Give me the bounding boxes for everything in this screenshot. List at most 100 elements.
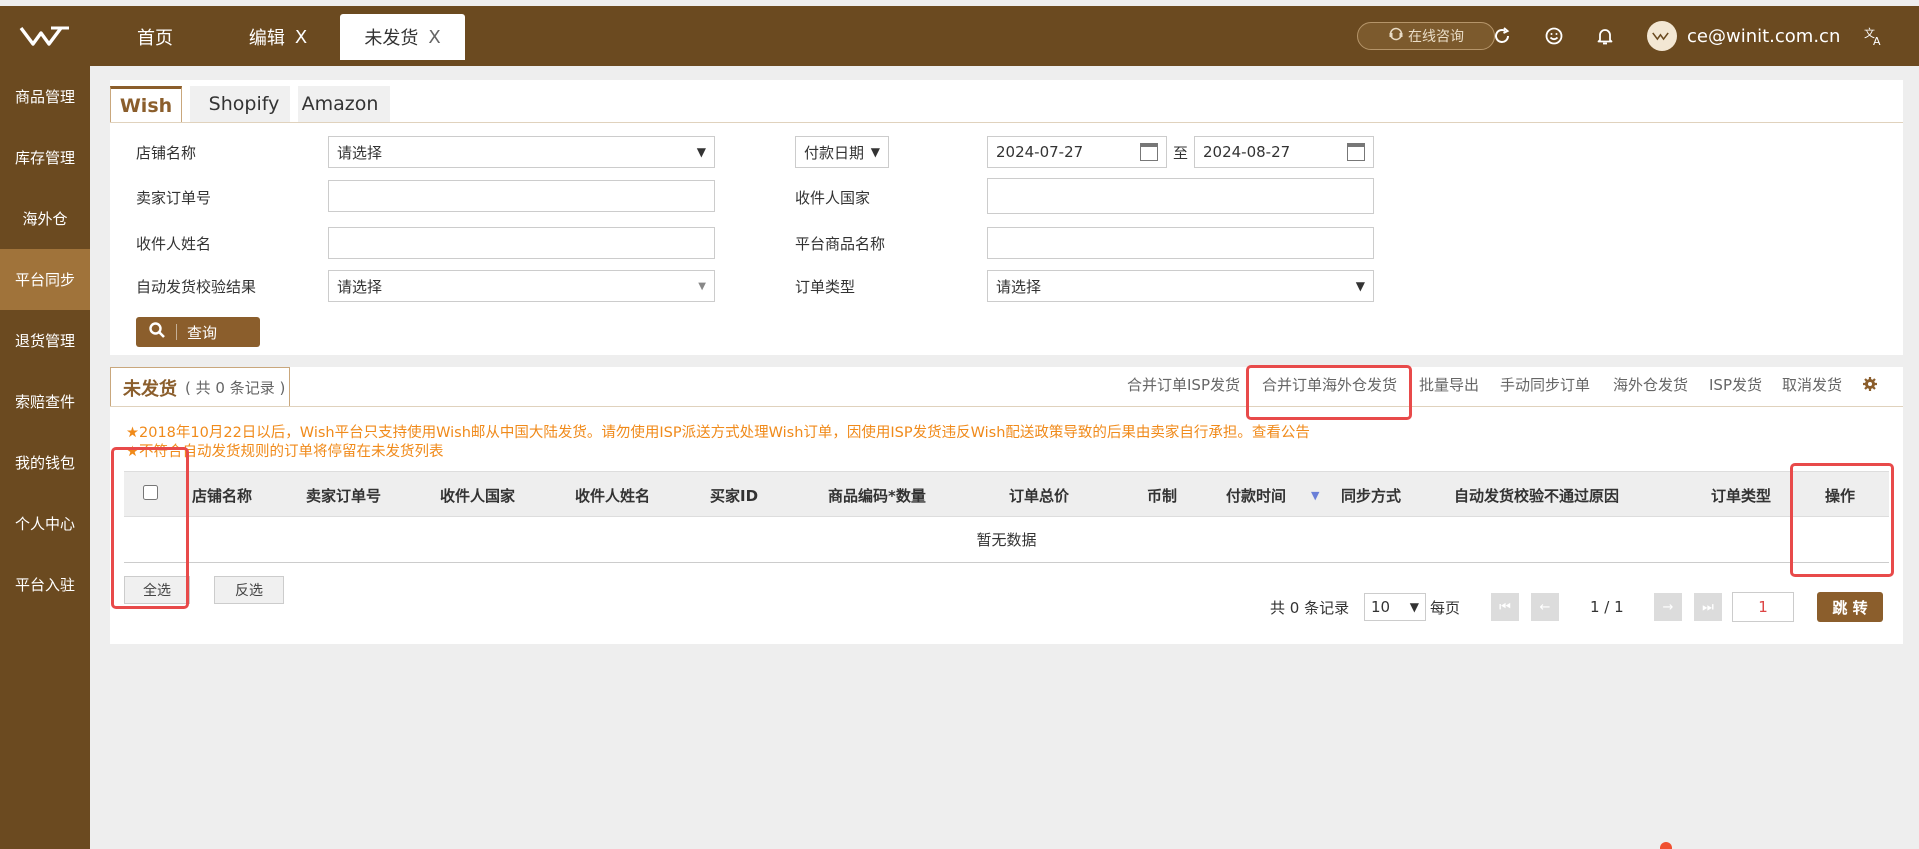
sidebar-item-label: 库存管理 bbox=[14, 149, 75, 167]
merge-isp-ship-link[interactable]: 合并订单ISP发货 bbox=[1127, 374, 1240, 395]
translate-icon[interactable]: 文A bbox=[1862, 24, 1886, 48]
auto-check-value: 请选择 bbox=[337, 277, 383, 296]
online-consult-button[interactable]: 在线咨询 bbox=[1357, 22, 1495, 50]
date-to-value: 2024-08-27 bbox=[1203, 143, 1291, 161]
empty-text: 暂无数据 bbox=[976, 531, 1037, 549]
bell-icon[interactable] bbox=[1593, 24, 1617, 48]
col-currency: 币制 bbox=[1147, 486, 1178, 505]
sidebar-item-label: 平台同步 bbox=[14, 271, 75, 289]
tab-home-label: 首页 bbox=[137, 28, 173, 49]
tab-home[interactable]: 首页 bbox=[120, 14, 190, 60]
page-number-value: 1 bbox=[1758, 598, 1768, 616]
date-from-input[interactable]: 2024-07-27 bbox=[987, 136, 1167, 168]
tab-edit[interactable]: 编辑 X bbox=[238, 14, 318, 60]
query-button[interactable]: 查询 bbox=[136, 317, 260, 347]
page-number-input[interactable]: 1 bbox=[1732, 592, 1794, 622]
jump-button[interactable]: 跳 转 bbox=[1817, 592, 1883, 622]
order-type-label: 订单类型 bbox=[795, 278, 856, 296]
sidebar-item-platform-sync[interactable]: 平台同步 bbox=[0, 249, 90, 310]
invert-selection-button[interactable]: 反选 bbox=[214, 576, 284, 604]
col-auto-check-reason: 自动发货校验不通过原因 bbox=[1454, 486, 1620, 505]
table-header: 店铺名称 卖家订单号 收件人国家 收件人姓名 买家ID 商品编码*数量 订单总价… bbox=[124, 471, 1889, 517]
date-to-input[interactable]: 2024-08-27 bbox=[1194, 136, 1374, 168]
sidebar-item-overseas-warehouse[interactable]: 海外仓 bbox=[0, 188, 90, 249]
platform-product-label: 平台商品名称 bbox=[795, 235, 886, 253]
user-menu[interactable]: ce@winit.com.cn bbox=[1647, 20, 1840, 52]
col-recipient-name: 收件人姓名 bbox=[575, 486, 651, 505]
jump-label: 跳 转 bbox=[1832, 598, 1868, 617]
store-name-value: 请选择 bbox=[337, 143, 383, 162]
notice-text-1: 2018年10月22日以后，Wish平台只支持使用Wish邮从中国大陆发货。请勿… bbox=[139, 425, 1310, 441]
tab-shopify[interactable]: Shopify bbox=[190, 86, 298, 122]
per-page-label: 每页 bbox=[1430, 598, 1461, 617]
auto-check-select[interactable]: 请选择 ▼ bbox=[328, 270, 715, 302]
col-order-type: 订单类型 bbox=[1711, 486, 1772, 505]
calendar-icon[interactable] bbox=[1347, 143, 1365, 161]
gear-icon[interactable] bbox=[1862, 376, 1878, 396]
store-name-select[interactable]: 请选择 ▼ bbox=[328, 136, 715, 168]
calendar-icon[interactable] bbox=[1140, 143, 1158, 161]
first-page-icon[interactable]: ⏮ bbox=[1491, 593, 1519, 621]
sidebar-item-label: 退货管理 bbox=[14, 332, 75, 350]
smile-icon[interactable] bbox=[1542, 24, 1566, 48]
manual-sync-link[interactable]: 手动同步订单 bbox=[1500, 374, 1590, 395]
sidebar-item-products[interactable]: 商品管理 bbox=[0, 66, 90, 127]
caret-down-icon: ▼ bbox=[698, 280, 706, 292]
recipient-name-input[interactable] bbox=[328, 227, 715, 259]
close-icon[interactable]: X bbox=[428, 27, 440, 48]
tab-wish-label: Wish bbox=[119, 94, 173, 117]
sidebar-item-profile[interactable]: 个人中心 bbox=[0, 493, 90, 554]
sidebar-item-claims[interactable]: 索赔查件 bbox=[0, 371, 90, 432]
page-size-value: 10 bbox=[1371, 598, 1391, 616]
svg-text:A: A bbox=[1873, 35, 1881, 47]
seller-order-input[interactable] bbox=[328, 180, 715, 212]
platform-product-input[interactable] bbox=[987, 227, 1374, 259]
page-size-select[interactable]: 10 ▼ bbox=[1364, 593, 1426, 621]
order-type-select[interactable]: 请选择 ▼ bbox=[987, 270, 1374, 302]
tab-amazon[interactable]: Amazon bbox=[290, 86, 390, 122]
sort-down-icon[interactable]: ▼ bbox=[1311, 472, 1319, 518]
pager-total: 共 0 条记录 bbox=[1270, 598, 1350, 617]
sidebar-item-wallet[interactable]: 我的钱包 bbox=[0, 432, 90, 493]
section-divider bbox=[110, 406, 1903, 407]
consult-label: 在线咨询 bbox=[1408, 29, 1464, 45]
prev-page-icon[interactable]: ← bbox=[1531, 593, 1559, 621]
annotation-dot bbox=[1660, 842, 1672, 849]
chevron-down-icon: ▼ bbox=[870, 145, 880, 159]
recipient-country-input[interactable] bbox=[987, 178, 1374, 214]
overseas-ship-link[interactable]: 海外仓发货 bbox=[1613, 374, 1688, 395]
sidebar-item-inventory[interactable]: 库存管理 bbox=[0, 127, 90, 188]
recipient-country-label: 收件人国家 bbox=[795, 189, 871, 207]
cancel-ship-link[interactable]: 取消发货 bbox=[1782, 374, 1842, 395]
sidebar-item-label: 个人中心 bbox=[14, 515, 75, 533]
refresh-icon[interactable] bbox=[1490, 24, 1514, 48]
section-tab-unshipped[interactable]: 未发货 ( 共 0 条记录 ) bbox=[110, 367, 290, 407]
user-email: ce@winit.com.cn bbox=[1687, 25, 1841, 47]
sidebar-item-onboarding[interactable]: 平台入驻 bbox=[0, 554, 90, 615]
notice-line-1: ★2018年10月22日以后，Wish平台只支持使用Wish邮从中国大陆发货。请… bbox=[126, 421, 1310, 442]
next-page-icon[interactable]: → bbox=[1654, 593, 1682, 621]
seller-order-label: 卖家订单号 bbox=[136, 189, 212, 207]
batch-export-link[interactable]: 批量导出 bbox=[1419, 374, 1479, 395]
col-store-name: 店铺名称 bbox=[192, 486, 253, 505]
tab-wish[interactable]: Wish bbox=[110, 86, 182, 122]
query-label: 查询 bbox=[187, 323, 218, 342]
page-info: 1 / 1 bbox=[1590, 598, 1624, 616]
store-name-label: 店铺名称 bbox=[136, 144, 197, 162]
col-payment-time[interactable]: 付款时间 bbox=[1226, 472, 1286, 518]
recipient-name-label: 收件人姓名 bbox=[136, 235, 212, 253]
chevron-down-icon: ▼ bbox=[1409, 600, 1419, 614]
tab-unshipped[interactable]: 未发货 X bbox=[340, 14, 465, 60]
filter-panel: Wish Shopify Amazon bbox=[110, 80, 1903, 355]
tab-divider bbox=[110, 122, 1903, 123]
sidebar-item-returns[interactable]: 退货管理 bbox=[0, 310, 90, 371]
highlight-actions-column bbox=[1790, 463, 1894, 577]
isp-ship-link[interactable]: ISP发货 bbox=[1709, 374, 1762, 395]
order-type-value: 请选择 bbox=[996, 277, 1042, 296]
close-icon[interactable]: X bbox=[295, 27, 307, 48]
highlight-merge-overseas bbox=[1246, 365, 1412, 420]
sidebar-item-label: 商品管理 bbox=[14, 88, 75, 106]
winit-logo-icon[interactable] bbox=[0, 6, 90, 66]
date-type-select[interactable]: 付款日期 ▼ bbox=[795, 136, 889, 168]
last-page-icon[interactable]: ⏭ bbox=[1694, 593, 1722, 621]
